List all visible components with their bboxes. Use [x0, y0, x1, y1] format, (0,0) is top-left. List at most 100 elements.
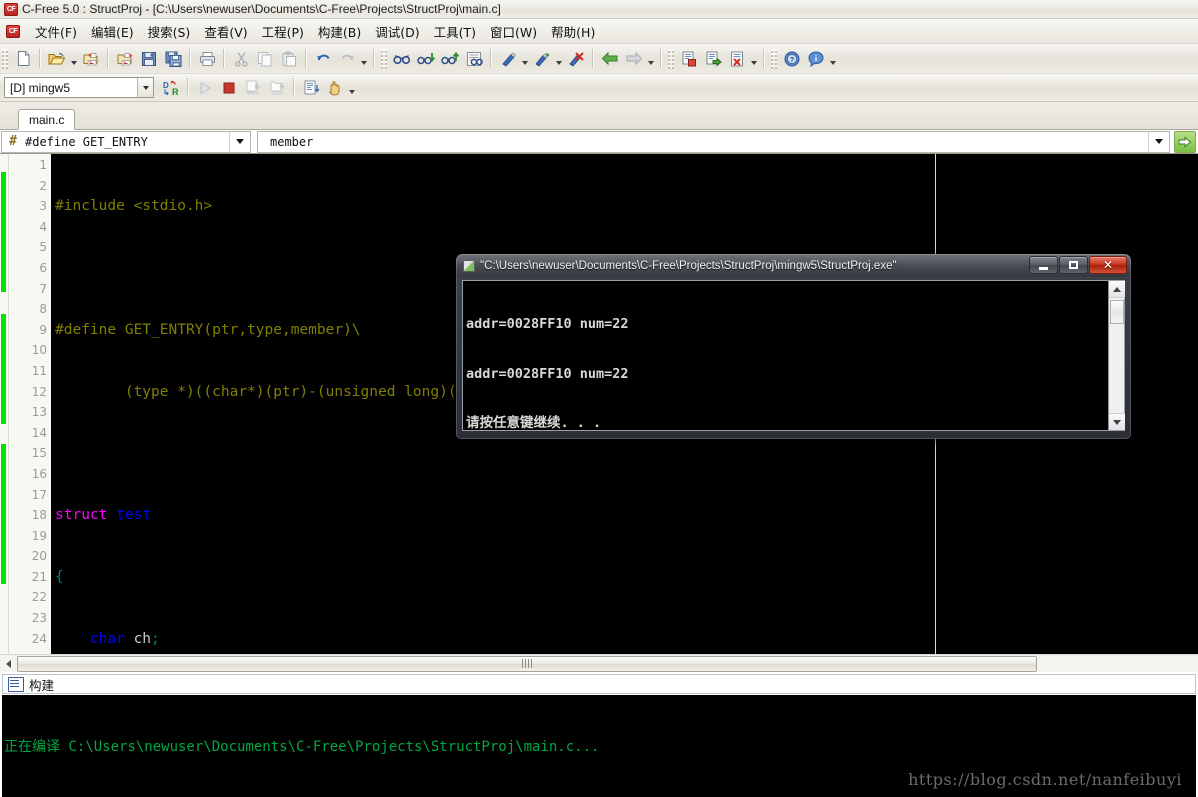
console-body[interactable]: addr=0028FF10 num=22 addr=0028FF10 num=2… — [462, 280, 1125, 431]
find-next-icon[interactable] — [415, 48, 437, 70]
scroll-up-button[interactable] — [1108, 281, 1125, 298]
maximize-icon — [1069, 261, 1078, 269]
toolbar-separator — [293, 78, 295, 97]
tab-main-c[interactable]: main.c — [18, 109, 76, 130]
compiler-options-icon[interactable]: D ↳ R — [160, 77, 182, 99]
minimize-button[interactable] — [1029, 256, 1058, 274]
build-panel-label: 构建 — [29, 677, 55, 693]
line-number: 1 — [39, 158, 47, 172]
menu-tools[interactable]: 工具(T) — [427, 19, 483, 44]
navigate-back-icon[interactable] — [599, 48, 621, 70]
menu-file[interactable]: 文件(F) — [28, 19, 84, 44]
toolbar-grip-3[interactable] — [668, 48, 674, 69]
chevron-down-icon[interactable] — [1148, 131, 1169, 152]
toolbar-grip[interactable] — [2, 48, 8, 69]
console-window-icon — [463, 259, 475, 272]
bookmark-dropdown-arrow[interactable] — [520, 48, 530, 70]
console-output-line: addr=0028FF10 num=22 — [466, 365, 629, 382]
green-run-arrow-icon[interactable] — [1174, 130, 1196, 153]
cfree-menu-logo-icon — [6, 24, 20, 38]
line-number: 8 — [39, 302, 47, 317]
bookmark-next-dropdown-arrow[interactable] — [554, 48, 564, 70]
clean-icon[interactable] — [726, 48, 748, 70]
line-number: 17 — [31, 487, 47, 502]
close-button[interactable]: ✕ — [1089, 256, 1127, 274]
bookmark-clear-icon[interactable] — [565, 48, 587, 70]
pause-hand-icon[interactable] — [324, 77, 346, 99]
undo-icon[interactable] — [312, 48, 334, 70]
undo-dropdown-arrow[interactable] — [359, 48, 369, 70]
console-title-bar[interactable]: "C:\Users\newuser\Documents\C-Free\Proje… — [456, 254, 1131, 277]
scrollbar-track[interactable] — [17, 655, 1037, 672]
help-dropdown-arrow[interactable] — [828, 48, 838, 70]
find-previous-icon[interactable] — [439, 48, 461, 70]
build-output-panel: 构建 正在编译 C:\Users\newuser\Documents\C-Fre… — [0, 672, 1198, 797]
menu-edit[interactable]: 编辑(E) — [84, 19, 141, 44]
navigate-forward-icon[interactable] — [623, 48, 645, 70]
run-icon[interactable] — [194, 77, 216, 99]
toolbar-separator — [660, 49, 662, 68]
help-icon[interactable]: ? — [781, 48, 803, 70]
preprocessor-hash-icon: # — [9, 134, 17, 149]
code-line: struct test — [55, 507, 152, 524]
menu-help[interactable]: 帮助(H) — [544, 19, 602, 44]
cut-icon[interactable] — [230, 48, 252, 70]
show-output-icon[interactable] — [300, 77, 322, 99]
save-icon[interactable] — [138, 48, 160, 70]
build-dropdown-arrow[interactable] — [749, 48, 759, 70]
scroll-left-button[interactable] — [0, 656, 17, 672]
redo-icon[interactable] — [336, 48, 358, 70]
code-line: #include <stdio.h> — [55, 198, 213, 215]
new-file-icon[interactable] — [12, 48, 34, 70]
menu-search[interactable]: 搜索(S) — [141, 19, 198, 44]
save-all-icon[interactable] — [162, 48, 184, 70]
chevron-down-icon[interactable] — [229, 131, 250, 152]
line-number: 18 — [31, 508, 47, 523]
menu-debug[interactable]: 调试(D) — [368, 19, 426, 44]
scroll-down-button[interactable] — [1108, 413, 1125, 430]
toolbar-grip-2[interactable] — [381, 48, 387, 69]
main-toolbar: ? i — [0, 44, 1198, 74]
toolbar-grip-4[interactable] — [771, 48, 777, 69]
menu-window[interactable]: 窗口(W) — [483, 19, 544, 44]
scrollbar-thumb[interactable] — [1109, 300, 1124, 324]
chevron-down-icon[interactable] — [137, 78, 153, 97]
program-console-window[interactable]: "C:\Users\newuser\Documents\C-Free\Proje… — [456, 254, 1131, 439]
find-icon[interactable] — [391, 48, 413, 70]
build-more-dropdown-arrow[interactable] — [347, 77, 357, 99]
stop-icon[interactable] — [218, 77, 240, 99]
open-dropdown-arrow[interactable] — [69, 48, 79, 70]
maximize-button[interactable] — [1059, 256, 1088, 274]
menu-project[interactable]: 工程(P) — [255, 19, 311, 44]
navigate-dropdown-arrow[interactable] — [646, 48, 656, 70]
find-in-files-icon[interactable] — [463, 48, 485, 70]
line-number: 11 — [31, 363, 47, 378]
console-scrollbar[interactable] — [1108, 281, 1125, 430]
about-icon[interactable]: i — [805, 48, 827, 70]
paste-icon[interactable] — [278, 48, 300, 70]
build-panel-header[interactable]: 构建 — [2, 674, 1196, 694]
bookmark-next-icon[interactable] — [531, 48, 553, 70]
step-into-icon[interactable]: 1010 — [266, 77, 288, 99]
editor-horizontal-scrollbar[interactable] — [0, 654, 1198, 672]
member-select[interactable]: member — [257, 130, 1170, 153]
build-output-text: 正在编译 C:\Users\newuser\Documents\C-Free\P… — [2, 695, 1196, 797]
line-number: 12 — [31, 384, 47, 399]
menu-view[interactable]: 查看(V) — [197, 19, 254, 44]
scope-select[interactable]: # #define GET_ENTRY — [1, 130, 251, 153]
open-folder-icon[interactable] — [46, 48, 68, 70]
build-toolbar: [D] mingw5 D ↳ R 1010 1010 — [0, 74, 1198, 102]
compiler-select[interactable]: [D] mingw5 — [4, 77, 154, 98]
step-over-icon[interactable]: 1010 — [242, 77, 264, 99]
open-project-icon[interactable] — [114, 48, 136, 70]
copy-icon[interactable] — [254, 48, 276, 70]
compile-file-icon[interactable] — [678, 48, 700, 70]
menu-build[interactable]: 构建(B) — [311, 19, 368, 44]
print-icon[interactable] — [196, 48, 218, 70]
new-project-icon[interactable] — [80, 48, 102, 70]
build-run-icon[interactable] — [702, 48, 724, 70]
line-number: 13 — [31, 405, 47, 420]
scrollbar-thumb[interactable] — [17, 655, 1037, 672]
bookmark-toggle-icon[interactable] — [497, 48, 519, 70]
